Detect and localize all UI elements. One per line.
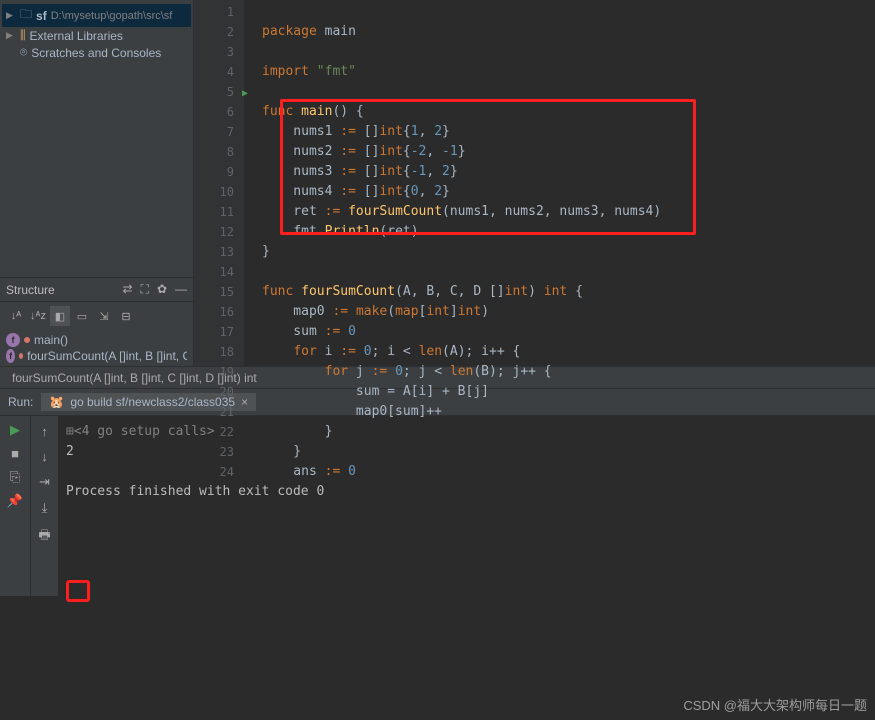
line-number[interactable]: 10 (194, 182, 234, 202)
line-number[interactable]: 12 (194, 222, 234, 242)
line-number[interactable]: 3 (194, 42, 234, 62)
dump-icon[interactable]: ⎘ (10, 469, 20, 485)
line-number[interactable]: 6 (194, 102, 234, 122)
gutter[interactable]: 1 2 3 4 5▶ 6 7 8 9 10 11 12 13 14 15 16 … (194, 0, 244, 366)
external-libraries[interactable]: ▶ ⫼ External Libraries (2, 27, 191, 44)
expand-arrow-icon[interactable]: ▶ (6, 30, 16, 41)
autoscroll-button[interactable]: ⇲ (94, 306, 114, 326)
line-number[interactable]: 18 (194, 342, 234, 362)
settings-icon[interactable]: ✿ (157, 282, 167, 297)
project-path: D:\mysetup\gopath\src\sf (51, 10, 173, 22)
structure-title: Structure (6, 283, 55, 297)
run-panel: ▶ ■ ⎘ 📌 ↑ ↓ ⇥ ⤓ 🖶 ⊞<4 go setup calls> 2 … (0, 416, 875, 596)
show-fields-button[interactable]: ◧ (50, 306, 70, 326)
line-number[interactable]: 7 (194, 122, 234, 142)
lock-icon (24, 337, 30, 343)
line-number[interactable]: 13 (194, 242, 234, 262)
folder-icon: 🗀 (20, 5, 32, 26)
line-number[interactable]: 11 (194, 202, 234, 222)
stop-icon[interactable]: ■ (11, 446, 19, 461)
scroll-end-icon[interactable]: ⤓ (42, 500, 48, 516)
scratches-consoles[interactable]: ⌾ Scratches and Consoles (2, 44, 191, 61)
go-icon: 🐹 (49, 395, 64, 409)
pin-icon[interactable]: 📌 (7, 493, 23, 509)
line-number[interactable]: 16 (194, 302, 234, 322)
down-icon[interactable]: ↓ (41, 449, 48, 464)
line-number[interactable]: 9 (194, 162, 234, 182)
project-root[interactable]: ▶ 🗀 sf D:\mysetup\gopath\src\sf (2, 4, 191, 27)
console-output[interactable]: ⊞<4 go setup calls> 2 Process finished w… (58, 416, 875, 596)
run-left-toolbar: ▶ ■ ⎘ 📌 (0, 416, 30, 596)
line-number[interactable]: 20 (194, 382, 234, 402)
sort-visibility-button[interactable]: ↓ᴬz (28, 306, 48, 326)
highlight-box-1 (280, 99, 696, 235)
function-icon: f (6, 349, 15, 363)
up-icon[interactable]: ↑ (41, 424, 48, 439)
line-number[interactable]: 5▶ (194, 82, 234, 102)
library-icon: ⫼ (20, 28, 26, 43)
print-icon[interactable]: 🖶 (38, 526, 50, 548)
expand-arrow-icon[interactable]: ▶ (6, 10, 16, 21)
sort-alpha-button[interactable]: ↓ᴬ (6, 306, 26, 326)
run-left-toolbar2: ↑ ↓ ⇥ ⤓ 🖶 (30, 416, 58, 596)
expand-all-button[interactable]: ⊟ (116, 306, 136, 326)
structure-toolbar: ↓ᴬ ↓ᴬz ◧ ▭ ⇲ ⊟ (0, 301, 193, 330)
rerun-icon[interactable]: ▶ (10, 422, 20, 438)
line-number[interactable]: 4 (194, 62, 234, 82)
structure-list[interactable]: f main() f fourSumCount(A []int, B []int… (0, 330, 193, 366)
structure-item-foursumcount[interactable]: f fourSumCount(A []int, B []int, C []int… (6, 348, 187, 364)
expand-icon[interactable]: ⛶ (141, 282, 149, 297)
function-icon: f (6, 333, 20, 347)
close-tab-icon[interactable]: × (241, 395, 248, 409)
watermark: CSDN @福大大架构师每日一题 (683, 695, 867, 714)
soft-wrap-icon[interactable]: ⇥ (39, 474, 50, 490)
lock-icon (19, 353, 23, 359)
line-number[interactable]: 17 (194, 322, 234, 342)
line-number[interactable]: 1 (194, 2, 234, 22)
line-number[interactable]: 8 (194, 142, 234, 162)
hide-icon[interactable]: — (175, 282, 187, 297)
project-name: sf (36, 9, 47, 23)
structure-item-main[interactable]: f main() (6, 332, 187, 348)
line-number[interactable]: 15 (194, 282, 234, 302)
structure-panel: Structure ⇄ ⛶ ✿ — ↓ᴬ ↓ᴬz ◧ ▭ ⇲ ⊟ f (0, 277, 193, 366)
collapse-icon[interactable]: ⇄ (122, 282, 132, 297)
project-tree[interactable]: ▶ 🗀 sf D:\mysetup\gopath\src\sf ▶ ⫼ Exte… (0, 0, 193, 65)
line-number[interactable]: 19 (194, 362, 234, 382)
line-number[interactable]: 14 (194, 262, 234, 282)
line-number[interactable]: 2 (194, 22, 234, 42)
project-sidebar: ▶ 🗀 sf D:\mysetup\gopath\src\sf ▶ ⫼ Exte… (0, 0, 194, 366)
structure-header: Structure ⇄ ⛶ ✿ — (0, 277, 193, 301)
highlight-box-2 (66, 580, 90, 602)
scratch-icon: ⌾ (20, 45, 27, 60)
show-nonpublic-button[interactable]: ▭ (72, 306, 92, 326)
run-label: Run: (8, 395, 33, 409)
